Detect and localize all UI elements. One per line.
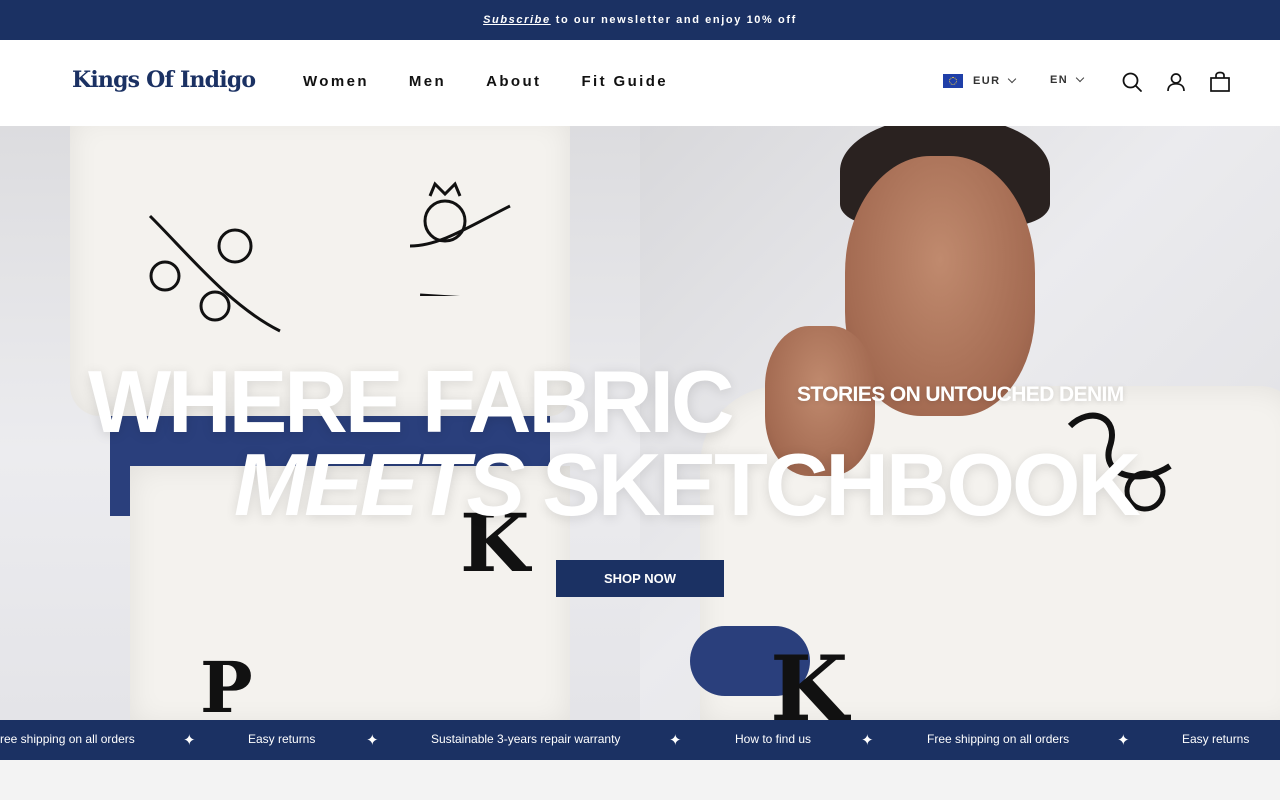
shop-now-button[interactable]: SHOP NOW [556,560,724,597]
usp-marquee: ree shipping on all orders ✦ Easy return… [0,720,1280,760]
sketch-letter: P [200,646,253,720]
account-icon[interactable] [1165,71,1187,93]
marquee-item[interactable]: How to find us [735,732,811,746]
sketch-letter: K [770,636,849,720]
hero-subheadline: STORIES ON UNTOUCHED DENIM [797,383,1124,406]
main-nav: Women Men About Fit Guide [303,73,708,90]
currency-selector[interactable]: EUR [943,74,1017,88]
announcement-bar: Subscribe to our newsletter and enjoy 10… [0,0,1280,40]
nav-item-about[interactable]: About [486,73,541,90]
marquee-item: Easy returns [1182,732,1250,746]
sparkle-icon: ✦ [669,732,682,749]
hero-image-right: K [640,126,1280,720]
subscribe-link[interactable]: Subscribe [483,14,551,26]
chevron-down-icon [1008,74,1017,84]
logo[interactable]: Kings Of Indigo [72,67,256,93]
content-below-fold [0,760,1280,800]
hero-headline-italic: MEETS [234,435,525,534]
announcement-text: to our newsletter and enjoy 10% off [555,14,797,26]
nav-item-women[interactable]: Women [303,73,369,90]
hero-headline-line2: MEETS SKETCHBOOK [234,434,1141,536]
sparkle-icon: ✦ [366,732,379,749]
hero-banner: K P K WHERE FABRIC MEETS SKETCHBOOK STORI… [0,126,1280,720]
sparkle-icon: ✦ [1117,732,1130,749]
marquee-item: Free shipping on all orders [927,732,1070,746]
marquee-item: Sustainable 3-years repair warranty [431,732,621,746]
sparkle-icon: ✦ [861,732,874,749]
cart-bag-icon[interactable] [1209,71,1231,93]
nav-item-men[interactable]: Men [409,73,446,90]
flower-sketch-icon [148,214,281,333]
currency-label: EUR [973,75,1001,87]
chevron-down-icon [1075,73,1085,83]
site-header: Kings Of Indigo Women Men About Fit Guid… [0,40,1280,126]
marquee-item: ree shipping on all orders [0,732,135,746]
marquee-item: Easy returns [248,732,316,746]
eu-flag-icon [943,74,963,88]
hero-headline-rest: SKETCHBOOK [542,435,1141,534]
sparkle-icon: ✦ [183,732,196,749]
nav-item-fit-guide[interactable]: Fit Guide [581,73,668,90]
crown-character-sketch-icon [409,181,511,296]
language-selector[interactable]: EN [1050,73,1085,86]
language-label: EN [1050,74,1069,86]
search-icon[interactable] [1121,71,1143,93]
